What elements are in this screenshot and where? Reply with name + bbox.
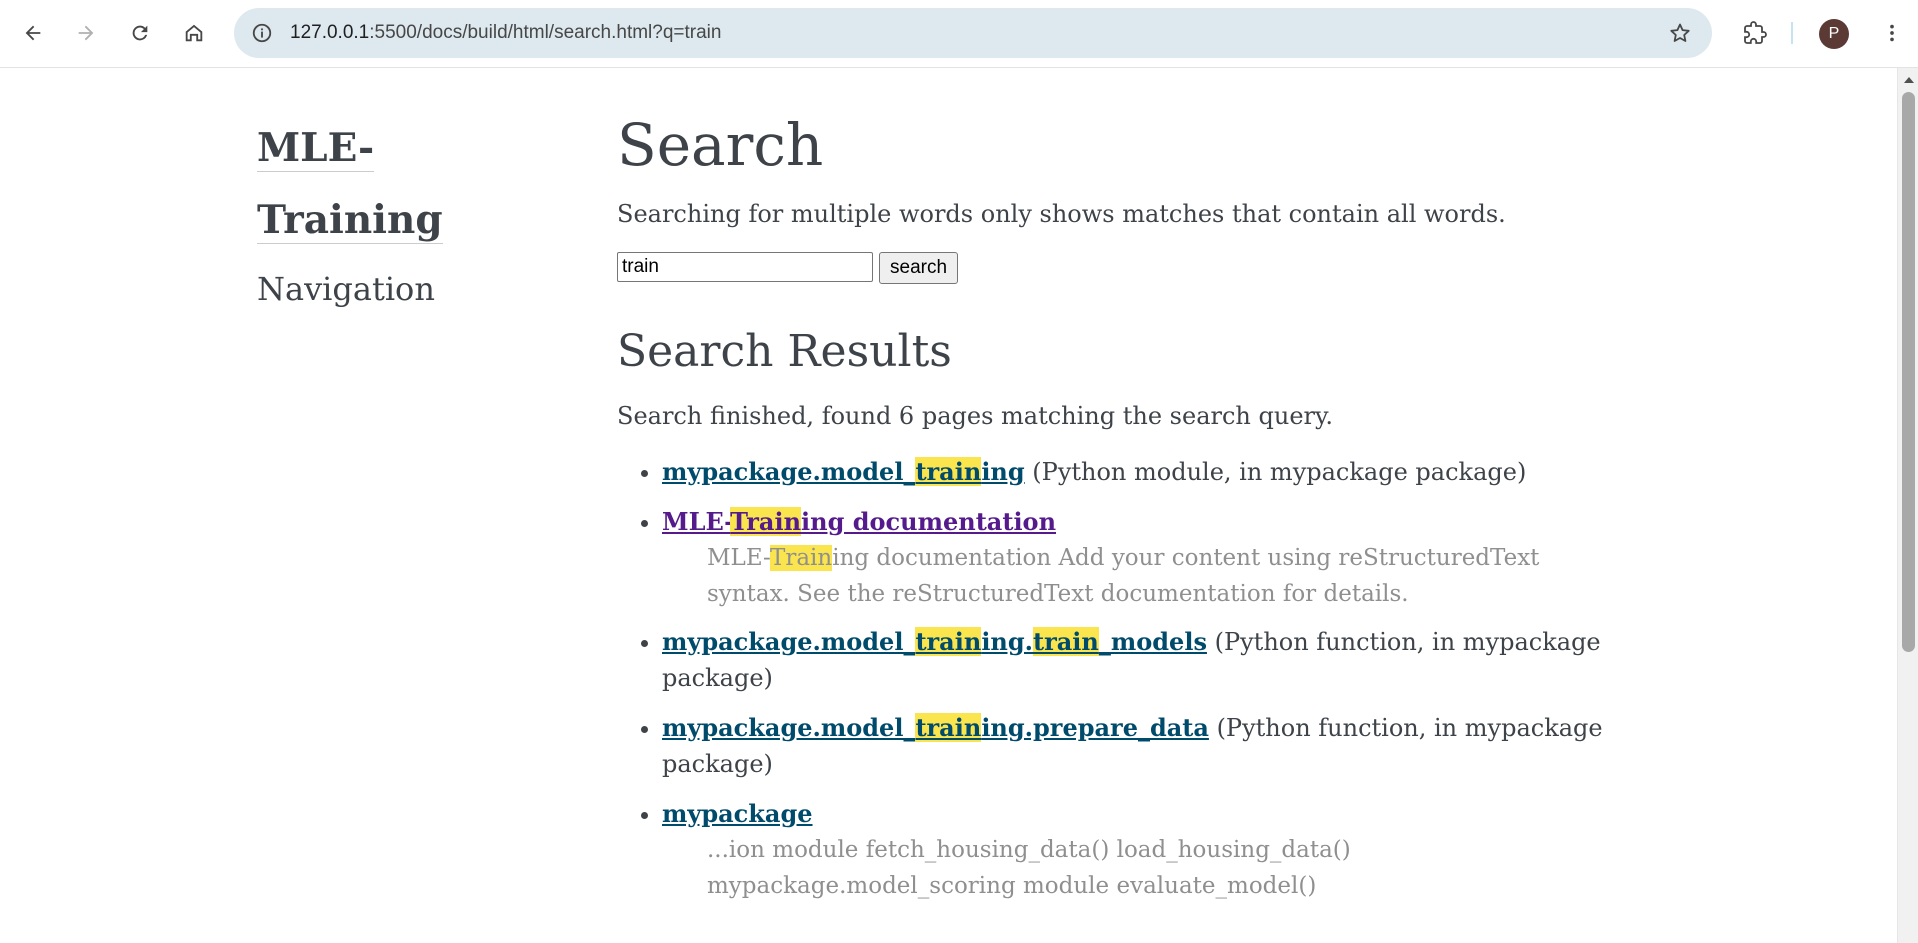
url-path: :5500/docs/build/html/search.html?q=trai… (369, 22, 722, 43)
search-highlight: train (915, 457, 982, 486)
search-result-link[interactable]: mypackage.model_training.prepare_data (662, 713, 1209, 742)
text-fragment: mypackage (662, 799, 813, 828)
back-button[interactable] (13, 13, 53, 53)
forward-button[interactable] (66, 13, 106, 53)
page-title: Search (617, 111, 824, 179)
kebab-menu-icon (1890, 24, 1894, 42)
site-logo-line1[interactable]: MLE- (257, 125, 375, 172)
reload-icon (132, 25, 148, 41)
back-arrow-icon (25, 25, 41, 41)
search-highlight: train (915, 627, 982, 656)
profile-avatar[interactable]: P (1819, 19, 1849, 49)
search-highlight: Train (730, 507, 802, 536)
search-form: search (617, 252, 1617, 284)
search-result-link[interactable]: mypackage.model_training.train_models (662, 627, 1207, 656)
home-button[interactable] (174, 13, 214, 53)
search-result-description: (Python module, in mypackage package) (1024, 458, 1527, 486)
text-fragment: mypackage.model_ (662, 627, 916, 656)
text-fragment: MLE- (707, 545, 770, 571)
scroll-up-arrow-icon[interactable] (1898, 72, 1918, 88)
results-heading: Search Results (617, 326, 952, 377)
search-result-summary: MLE-Training documentation Add your cont… (707, 540, 1607, 612)
results-list: mypackage.model_training (Python module,… (617, 454, 1617, 904)
search-result-link[interactable]: mypackage.model_training (662, 457, 1025, 486)
address-bar[interactable]: 127.0.0.1:5500/docs/build/html/search.ht… (234, 8, 1712, 58)
navigation-heading: Navigation (257, 270, 435, 308)
main-content: Search Searching for multiple words only… (617, 108, 1617, 916)
search-input[interactable] (617, 252, 873, 282)
search-result-item: mypackage.model_training.train_models (P… (662, 624, 1617, 696)
search-result-summary: ...ion module fetch_housing_data() load_… (707, 832, 1607, 904)
sidebar: MLE- Training Navigation (257, 116, 587, 308)
url-host: 127.0.0.1 (290, 22, 370, 43)
text-fragment: ing. (981, 627, 1034, 656)
search-button[interactable]: search (879, 252, 959, 284)
text-fragment: mypackage.model_ (662, 457, 916, 486)
vertical-scrollbar[interactable] (1897, 68, 1918, 943)
search-result-item: mypackage.model_training.prepare_data (P… (662, 710, 1617, 782)
site-info-icon[interactable] (246, 17, 278, 49)
forward-arrow-icon (78, 25, 94, 41)
search-intro: Searching for multiple words only shows … (617, 200, 1506, 228)
search-highlight: train (1033, 627, 1099, 656)
toolbar-divider (1791, 22, 1793, 44)
text-fragment: ing.prepare_data (981, 713, 1209, 742)
search-result-item: MLE-Training documentationMLE-Training d… (662, 504, 1617, 612)
browser-toolbar: 127.0.0.1:5500/docs/build/html/search.ht… (0, 0, 1918, 68)
search-result-link[interactable]: MLE-Training documentation (662, 507, 1056, 536)
scrollbar-thumb[interactable] (1902, 92, 1915, 652)
url-text[interactable]: 127.0.0.1:5500/docs/build/html/search.ht… (290, 8, 721, 58)
search-status: Search finished, found 6 pages matching … (617, 402, 1334, 430)
text-fragment: ing (981, 457, 1025, 486)
text-fragment: MLE- (662, 507, 731, 536)
reload-button[interactable] (120, 13, 160, 53)
site-logo-line2[interactable]: Training (257, 197, 443, 244)
search-highlight: train (915, 713, 982, 742)
text-fragment: _models (1098, 627, 1207, 656)
search-result-item: mypackage.model_training (Python module,… (662, 454, 1617, 490)
text-fragment: mypackage.model_ (662, 713, 916, 742)
text-fragment: ...ion module fetch_housing_data() load_… (707, 837, 1351, 899)
search-result-item: mypackage ...ion module fetch_housing_dat… (662, 796, 1617, 904)
text-fragment: ing documentation Add your content using… (707, 545, 1540, 607)
bookmark-star-icon[interactable] (1666, 19, 1694, 47)
home-icon (185, 24, 203, 42)
search-highlight: Train (770, 545, 833, 571)
extensions-button[interactable] (1735, 13, 1775, 53)
page-viewport: MLE- Training Navigation Search Searchin… (0, 68, 1896, 943)
browser-menu-button[interactable] (1872, 13, 1912, 53)
search-result-link[interactable]: mypackage (662, 799, 813, 828)
text-fragment: ing documentation (801, 507, 1057, 536)
puzzle-icon (1744, 21, 1767, 44)
